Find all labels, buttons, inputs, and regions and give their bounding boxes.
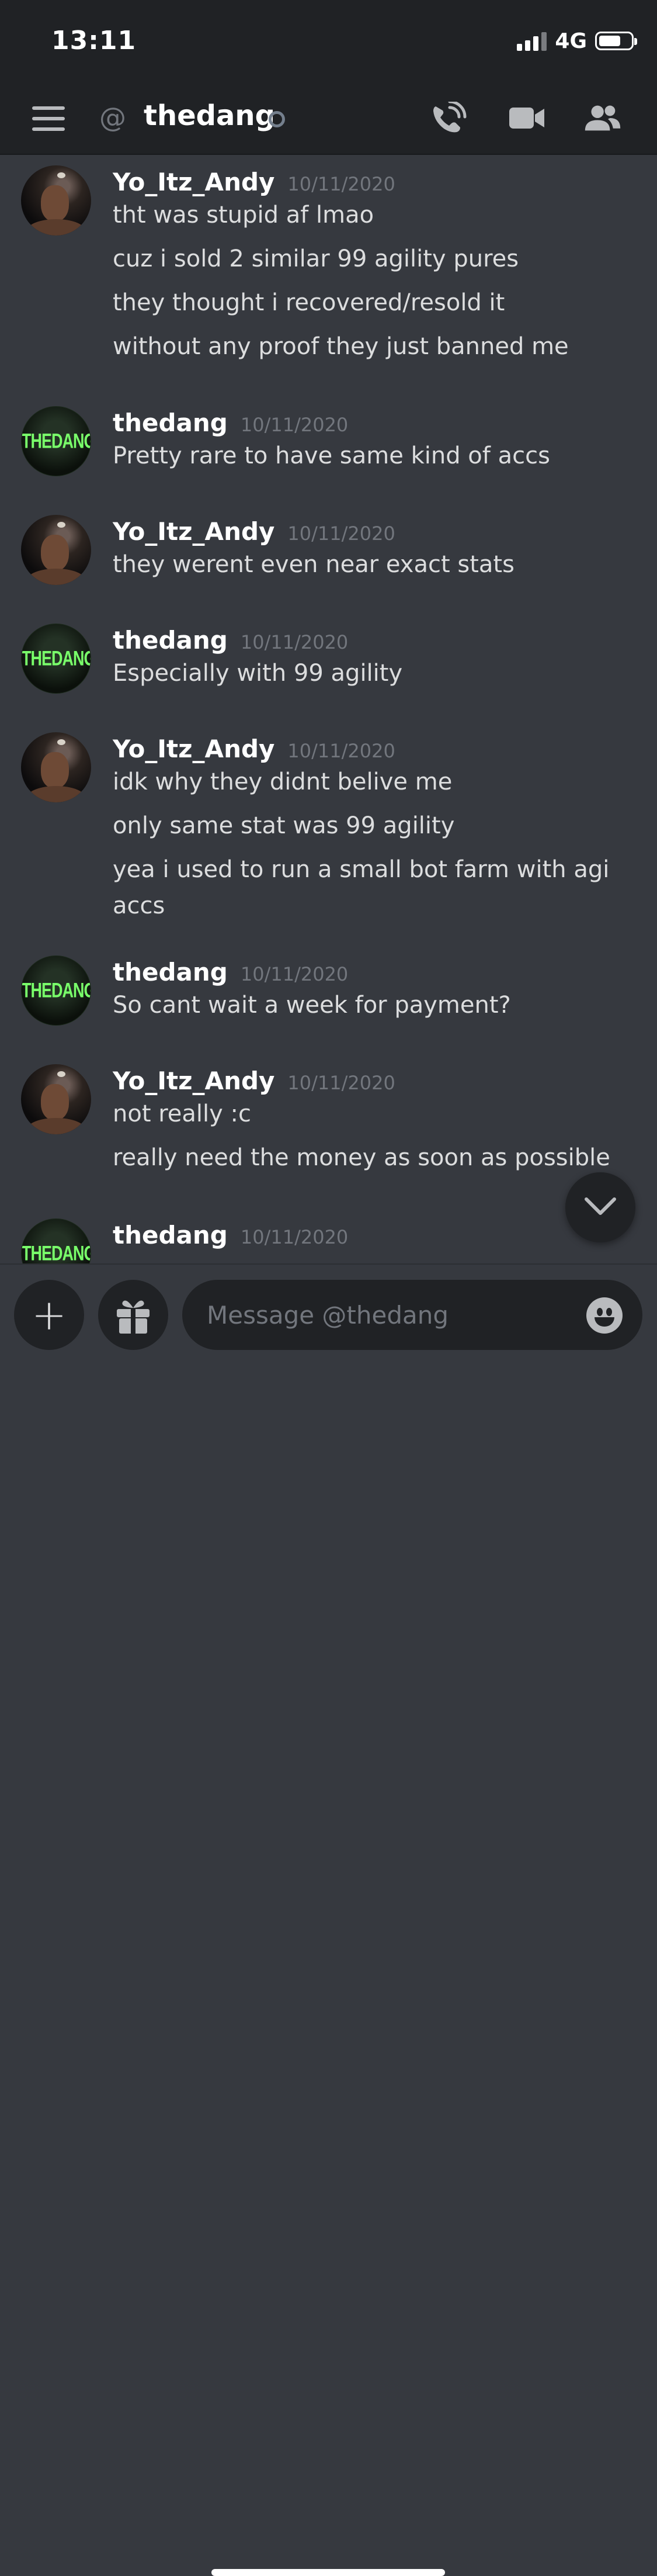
author-name[interactable]: Yo_Itz_Andy 10/11/2020 — [113, 168, 395, 196]
message-list[interactable]: Yo_Itz_Andy 10/11/2020 tht was stupid af l… — [0, 155, 657, 1263]
emoji-icon[interactable] — [586, 1297, 623, 1334]
author-name[interactable]: thedang 10/11/2020 — [113, 408, 348, 437]
status-time: 13:11 — [51, 26, 137, 56]
avatar[interactable] — [21, 732, 91, 802]
voice-call-icon[interactable] — [430, 102, 467, 134]
message-timestamp: 10/11/2020 — [287, 1072, 395, 1094]
network-label: 4G — [555, 29, 587, 53]
author-name[interactable]: thedang 10/11/2020 — [113, 1221, 348, 1249]
gift-button[interactable] — [98, 1280, 168, 1350]
author-name-text[interactable]: thedang — [113, 958, 228, 986]
channel-title[interactable]: thedang — [144, 99, 275, 132]
menu-icon[interactable] — [32, 106, 65, 131]
message-text: they werent even near exact stats — [113, 551, 515, 578]
offline-status-icon — [269, 111, 285, 127]
avatar[interactable]: THEDANG — [21, 955, 91, 1026]
message-text: yea i used to run a small bot farm with … — [113, 856, 610, 883]
status-bar: 13:11 4G — [0, 0, 657, 82]
message-text: without any proof they just banned me — [113, 333, 569, 360]
author-name-text[interactable]: thedang — [113, 1221, 228, 1249]
signal-icon — [517, 31, 547, 51]
author-name-text[interactable]: Yo_Itz_Andy — [113, 517, 274, 546]
author-name[interactable]: thedang 10/11/2020 — [113, 626, 348, 655]
message-timestamp: 10/11/2020 — [240, 1226, 349, 1248]
message-text: So cant wait a week for payment? — [113, 992, 511, 1019]
message-timestamp: 10/11/2020 — [240, 414, 349, 436]
battery-icon — [595, 32, 637, 50]
avatar[interactable]: THEDANG — [21, 624, 91, 694]
author-name[interactable]: Yo_Itz_Andy 10/11/2020 — [113, 1067, 395, 1095]
avatar[interactable] — [21, 1064, 91, 1134]
avatar-logo: THEDANG — [22, 430, 91, 453]
home-indicator — [211, 2569, 445, 2576]
status-indicators: 4G — [517, 28, 637, 54]
message-text: tht was stupid af lmao — [113, 202, 374, 228]
message-timestamp: 10/11/2020 — [240, 963, 349, 985]
message-text: Especially with 99 agility — [113, 660, 403, 687]
members-icon[interactable] — [584, 102, 621, 134]
message-text: only same stat was 99 agility — [113, 812, 455, 839]
chevron-down-icon — [585, 1197, 616, 1215]
avatar[interactable] — [21, 515, 91, 585]
plus-icon: + — [31, 1290, 67, 1339]
message-input[interactable] — [182, 1280, 642, 1350]
author-name-text[interactable]: Yo_Itz_Andy — [113, 735, 274, 763]
avatar[interactable] — [21, 165, 91, 236]
message-composer: + — [0, 1263, 657, 2576]
message-timestamp: 10/11/2020 — [287, 522, 395, 545]
message-timestamp: 10/11/2020 — [287, 173, 395, 195]
jump-to-bottom-button[interactable] — [565, 1172, 635, 1242]
battery-fill — [599, 36, 620, 46]
message-timestamp: 10/11/2020 — [240, 631, 349, 653]
message-text: idk why they didnt belive me — [113, 768, 453, 795]
avatar-logo: THEDANG — [22, 647, 91, 670]
author-name-text[interactable]: Yo_Itz_Andy — [113, 168, 274, 196]
message-text: not really :c — [113, 1100, 251, 1127]
message-text: cuz i sold 2 similar 99 agility pures — [113, 245, 519, 272]
avatar-logo: THEDANG — [22, 979, 91, 1002]
author-name-text[interactable]: thedang — [113, 408, 228, 437]
attach-button[interactable]: + — [14, 1280, 84, 1350]
author-name[interactable]: Yo_Itz_Andy 10/11/2020 — [113, 517, 395, 546]
at-icon: @ — [99, 102, 126, 133]
video-call-icon[interactable] — [508, 102, 545, 134]
message-timestamp: 10/11/2020 — [287, 740, 395, 762]
avatar[interactable]: THEDANG — [21, 406, 91, 476]
author-name[interactable]: Yo_Itz_Andy 10/11/2020 — [113, 735, 395, 763]
message-text: really need the money as soon as possibl… — [113, 1144, 610, 1171]
channel-header: @ thedang — [0, 82, 657, 155]
gift-icon — [117, 1300, 150, 1334]
avatar-logo: THEDANG — [22, 1242, 91, 1263]
author-name[interactable]: thedang 10/11/2020 — [113, 958, 348, 986]
message-text: they thought i recovered/resold it — [113, 289, 505, 316]
message-text: Pretty rare to have same kind of accs — [113, 442, 550, 469]
author-name-text[interactable]: Yo_Itz_Andy — [113, 1067, 274, 1095]
author-name-text[interactable]: thedang — [113, 626, 228, 655]
avatar[interactable]: THEDANG — [21, 1218, 91, 1263]
message-text: accs — [113, 892, 165, 919]
